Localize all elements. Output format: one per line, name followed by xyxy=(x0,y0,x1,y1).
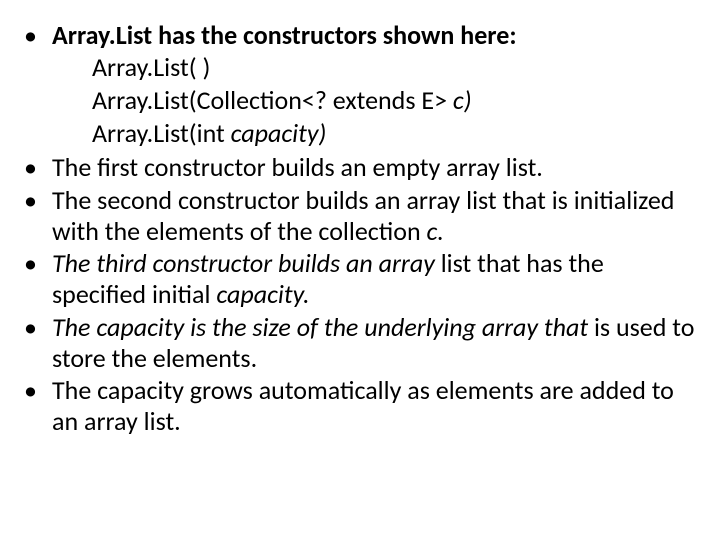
bullet-item-capacity-def: The capacity is the size of the underlyi… xyxy=(18,312,702,373)
bullet-text: The third constructor builds an array li… xyxy=(52,247,604,310)
constructor-signature-2: Array.List(Collection<? extends E> c) xyxy=(52,84,702,117)
bullet-text: The capacity grows automatically as elem… xyxy=(52,374,674,437)
bullet-text: The first constructor builds an empty ar… xyxy=(52,151,543,183)
bullet-item-second: The second constructor builds an array l… xyxy=(18,185,702,246)
constructor-signature-3: Array.List(int capacity) xyxy=(52,117,702,150)
bullet-item-capacity-grow: The capacity grows automatically as elem… xyxy=(18,375,702,436)
constructor-signature-1: Array.List( ) xyxy=(52,51,702,84)
constructors-lead: Array.List has the constructors shown he… xyxy=(52,19,517,51)
bullet-item-first: The first constructor builds an empty ar… xyxy=(18,152,702,183)
bullet-text: The capacity is the size of the underlyi… xyxy=(52,311,694,374)
bullet-item-constructors: Array.List has the constructors shown he… xyxy=(18,20,702,150)
bullet-text: The second constructor builds an array l… xyxy=(52,184,674,247)
bullet-list: Array.List has the constructors shown he… xyxy=(18,20,702,437)
bullet-item-third: The third constructor builds an array li… xyxy=(18,248,702,309)
slide-content: Array.List has the constructors shown he… xyxy=(0,0,720,459)
